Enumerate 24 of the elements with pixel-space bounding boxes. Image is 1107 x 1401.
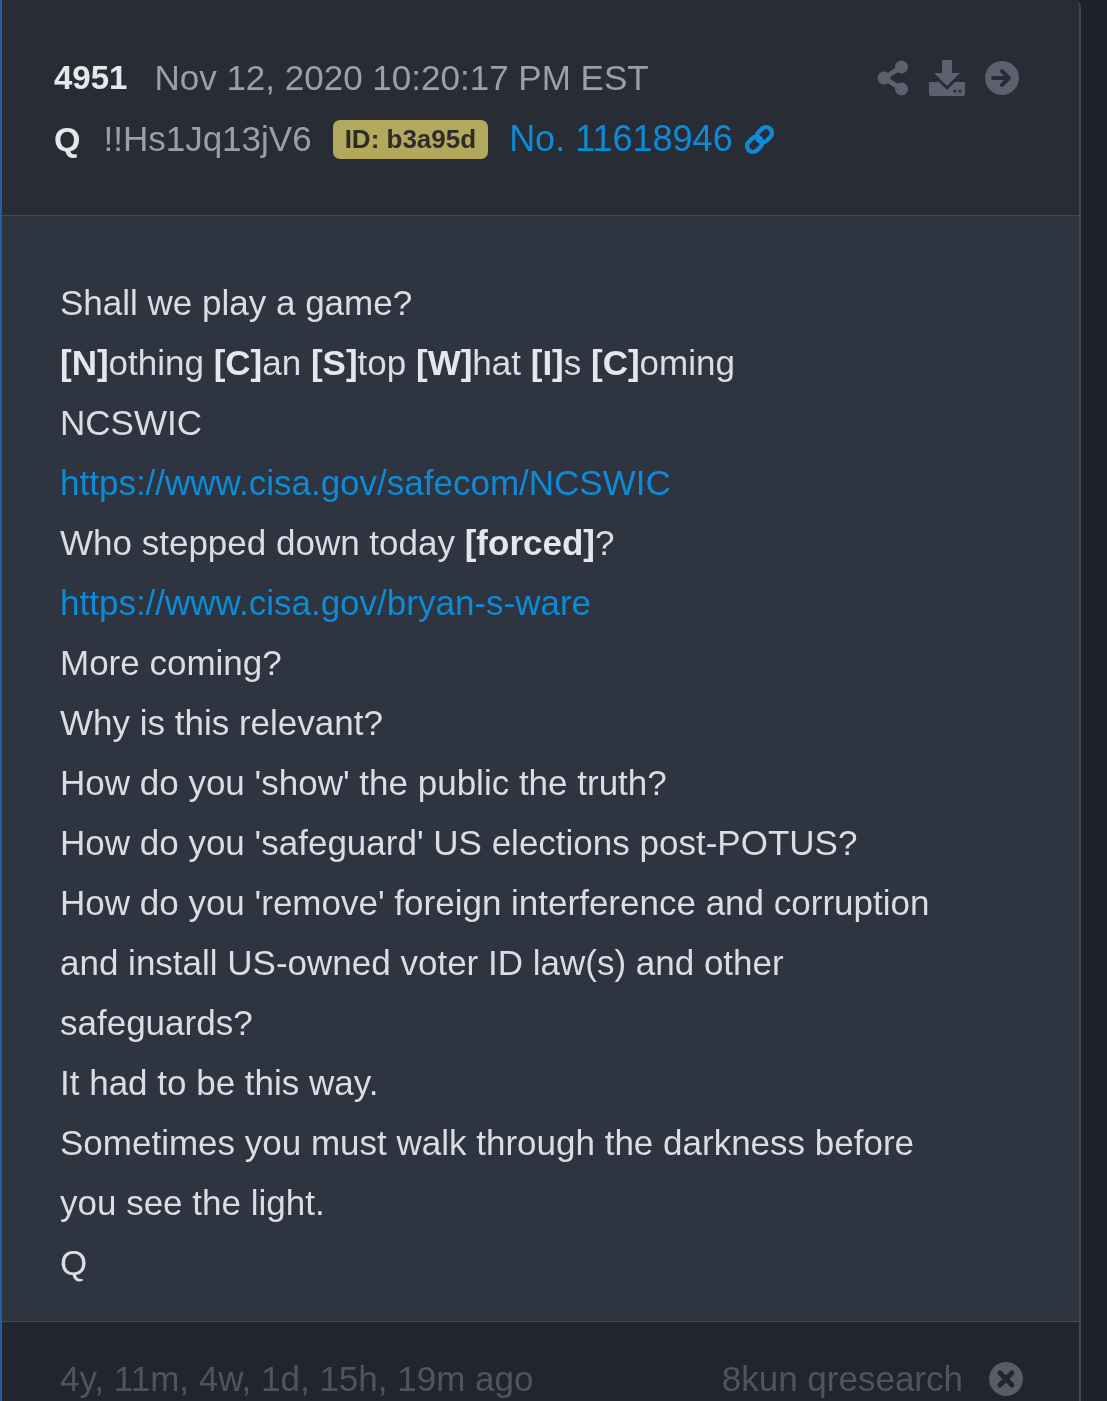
- post-text-line: Q: [60, 1242, 89, 1284]
- close-icon[interactable]: [989, 1362, 1023, 1396]
- tripcode: !!Hs1Jq13jV6: [103, 119, 312, 159]
- post-text-line: How do you 'remove' foreign interference and corruption and install US-owned voter ID law(s) and other safeguards?: [60, 882, 931, 1044]
- id-badge: ID: b3a95d: [332, 119, 489, 159]
- post-text-line: Sometimes you must walk through the darkness before you see the light.: [60, 1122, 916, 1224]
- post-text-line: Shall we play a game?: [60, 282, 414, 324]
- post-text-line: NCSWIC: [60, 402, 203, 444]
- post-text-line: Why is this relevant?: [60, 702, 384, 744]
- url-link[interactable]: https://www.cisa.gov/bryan-s-ware: [60, 573, 591, 633]
- post-text-line: [N]othing [C]an [S]top [W]hat [I]s [C]oming: [60, 342, 736, 384]
- post-text-line: How do you 'show' the public the truth?: [60, 762, 668, 804]
- post-text-line: Who stepped down today [forced]?: [60, 522, 616, 564]
- share-icon[interactable]: [877, 60, 909, 96]
- post-number-link[interactable]: No. 11618946: [509, 118, 733, 160]
- post-text-line: It had to be this way.: [60, 1062, 380, 1104]
- post-text-line: How do you 'safeguard' US elections post-POTUS?: [60, 822, 859, 864]
- download-icon[interactable]: [929, 60, 965, 96]
- url-link[interactable]: https://www.cisa.gov/safecom/NCSWIC: [60, 453, 671, 513]
- post-number: 4951: [54, 59, 128, 97]
- post-date: Nov 12, 2020 10:20:17 PM EST: [154, 58, 649, 98]
- post-text-line: More coming?: [60, 642, 283, 684]
- arrow-right-circle-icon[interactable]: [985, 61, 1019, 95]
- author-name: Q: [54, 119, 81, 159]
